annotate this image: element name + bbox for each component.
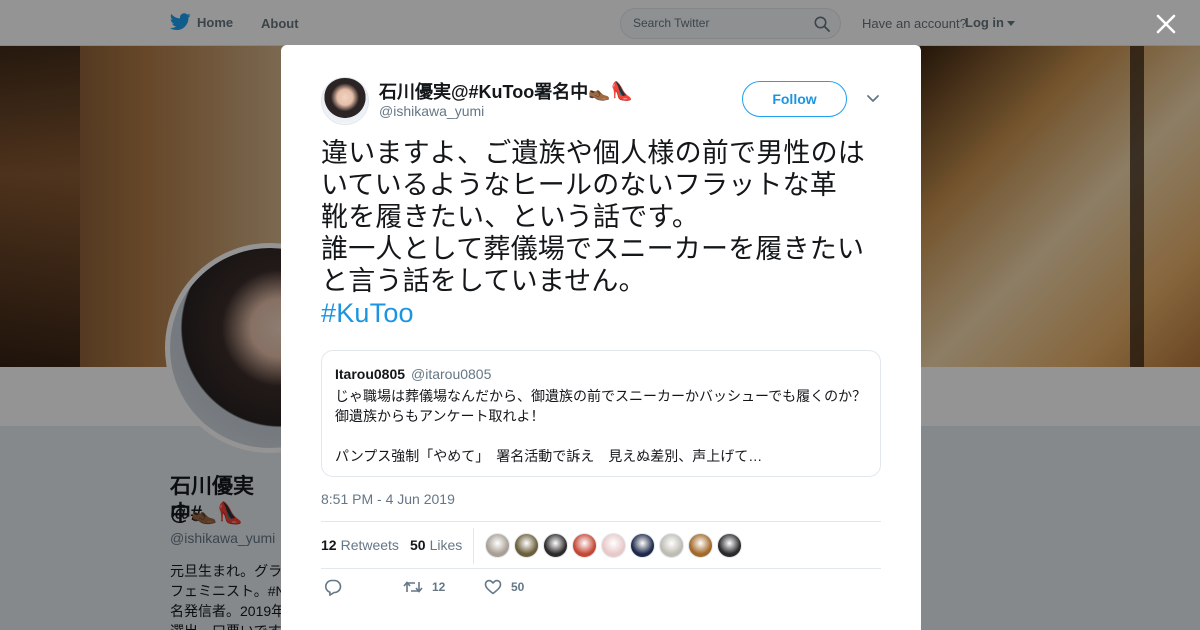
stats-divider [473,528,474,564]
liker-avatar[interactable] [601,533,626,558]
quoted-text: じゃ職場は葬儀場なんだから、御遺族の前でスニーカーかバッシューでも履くのか？ 御… [335,386,871,466]
tweet-text-line: と言う話をしていません。 [321,266,646,296]
tweet-actions: 12 50 [321,579,881,603]
retweet-icon [403,581,423,593]
quoted-text-line: パンプス強制「やめて」 署名活動で訴え 見えぬ差別、声上げて… [335,448,763,464]
author-handle[interactable]: @ishikawa_yumi [379,103,484,119]
tweet-text-line: 違いますよ、ご遺族や個人様の前で男性のは [321,138,865,168]
author-name[interactable]: 石川優実@#KuToo署名中 👞👠 [379,78,633,104]
tweet-text: 違いますよ、ご遺族や個人様の前で男性のは いているようなヒールのないフラットな革… [321,137,887,329]
likes-count: 50 [410,537,426,553]
tweet-text-line: いているようなヒールのないフラットな革 [321,170,837,200]
quoted-text-line: 御遺族からもアンケート取れよ！ [335,408,545,424]
like-button[interactable]: 50 [484,579,524,595]
quoted-text-line: じゃ職場は葬儀場なんだから、御遺族の前でスニーカーかバッシューでも履くのか？ [335,388,867,404]
retweets-stat[interactable]: 12 Retweets [321,537,399,553]
hashtag-link[interactable]: #KuToo [321,297,887,329]
quoted-tweet[interactable]: Itarou0805 @itarou0805 じゃ職場は葬儀場なんだから、御遺族… [321,350,881,477]
chevron-down-icon[interactable] [866,94,880,104]
reply-button[interactable] [324,579,351,596]
like-count: 50 [511,580,525,594]
liker-avatar[interactable] [717,533,742,558]
liker-avatars [485,533,746,558]
retweet-button[interactable]: 12 [403,579,445,595]
liker-avatar[interactable] [514,533,539,558]
follow-button[interactable]: Follow [742,81,847,117]
likes-label: Likes [429,537,463,553]
liker-avatar[interactable] [485,533,510,558]
tweet-stats: 12 Retweets 50 Likes [321,521,881,569]
quoted-text-line [335,426,871,446]
tweet-timestamp[interactable]: 8:51 PM - 4 Jun 2019 [321,491,455,507]
retweets-label: Retweets [340,537,399,553]
liker-avatar[interactable] [572,533,597,558]
tweet-text-line: 誰一人として葬儀場でスニーカーを履きたい [321,234,865,264]
reply-icon [324,579,342,596]
liker-avatar[interactable] [543,533,568,558]
tweet-modal: 石川優実@#KuToo署名中 👞👠 @ishikawa_yumi Follow … [281,45,921,630]
author-emoji: 👞👠 [588,80,634,101]
retweet-count: 12 [432,580,446,594]
quoted-author-name: Itarou0805 [335,366,406,382]
tweet-text-line: 靴を履きたい、という話です。 [321,202,700,232]
likes-stat[interactable]: 50 Likes [410,537,462,553]
liker-avatar[interactable] [659,533,684,558]
author-name-text: 石川優実@#KuToo署名中 [379,82,589,102]
close-icon[interactable] [1154,12,1178,36]
liker-avatar[interactable] [688,533,713,558]
author-avatar[interactable] [321,77,369,125]
liker-avatar[interactable] [630,533,655,558]
heart-icon [484,579,502,595]
quoted-author-handle: @itarou0805 [411,366,492,382]
retweets-count: 12 [321,537,337,553]
